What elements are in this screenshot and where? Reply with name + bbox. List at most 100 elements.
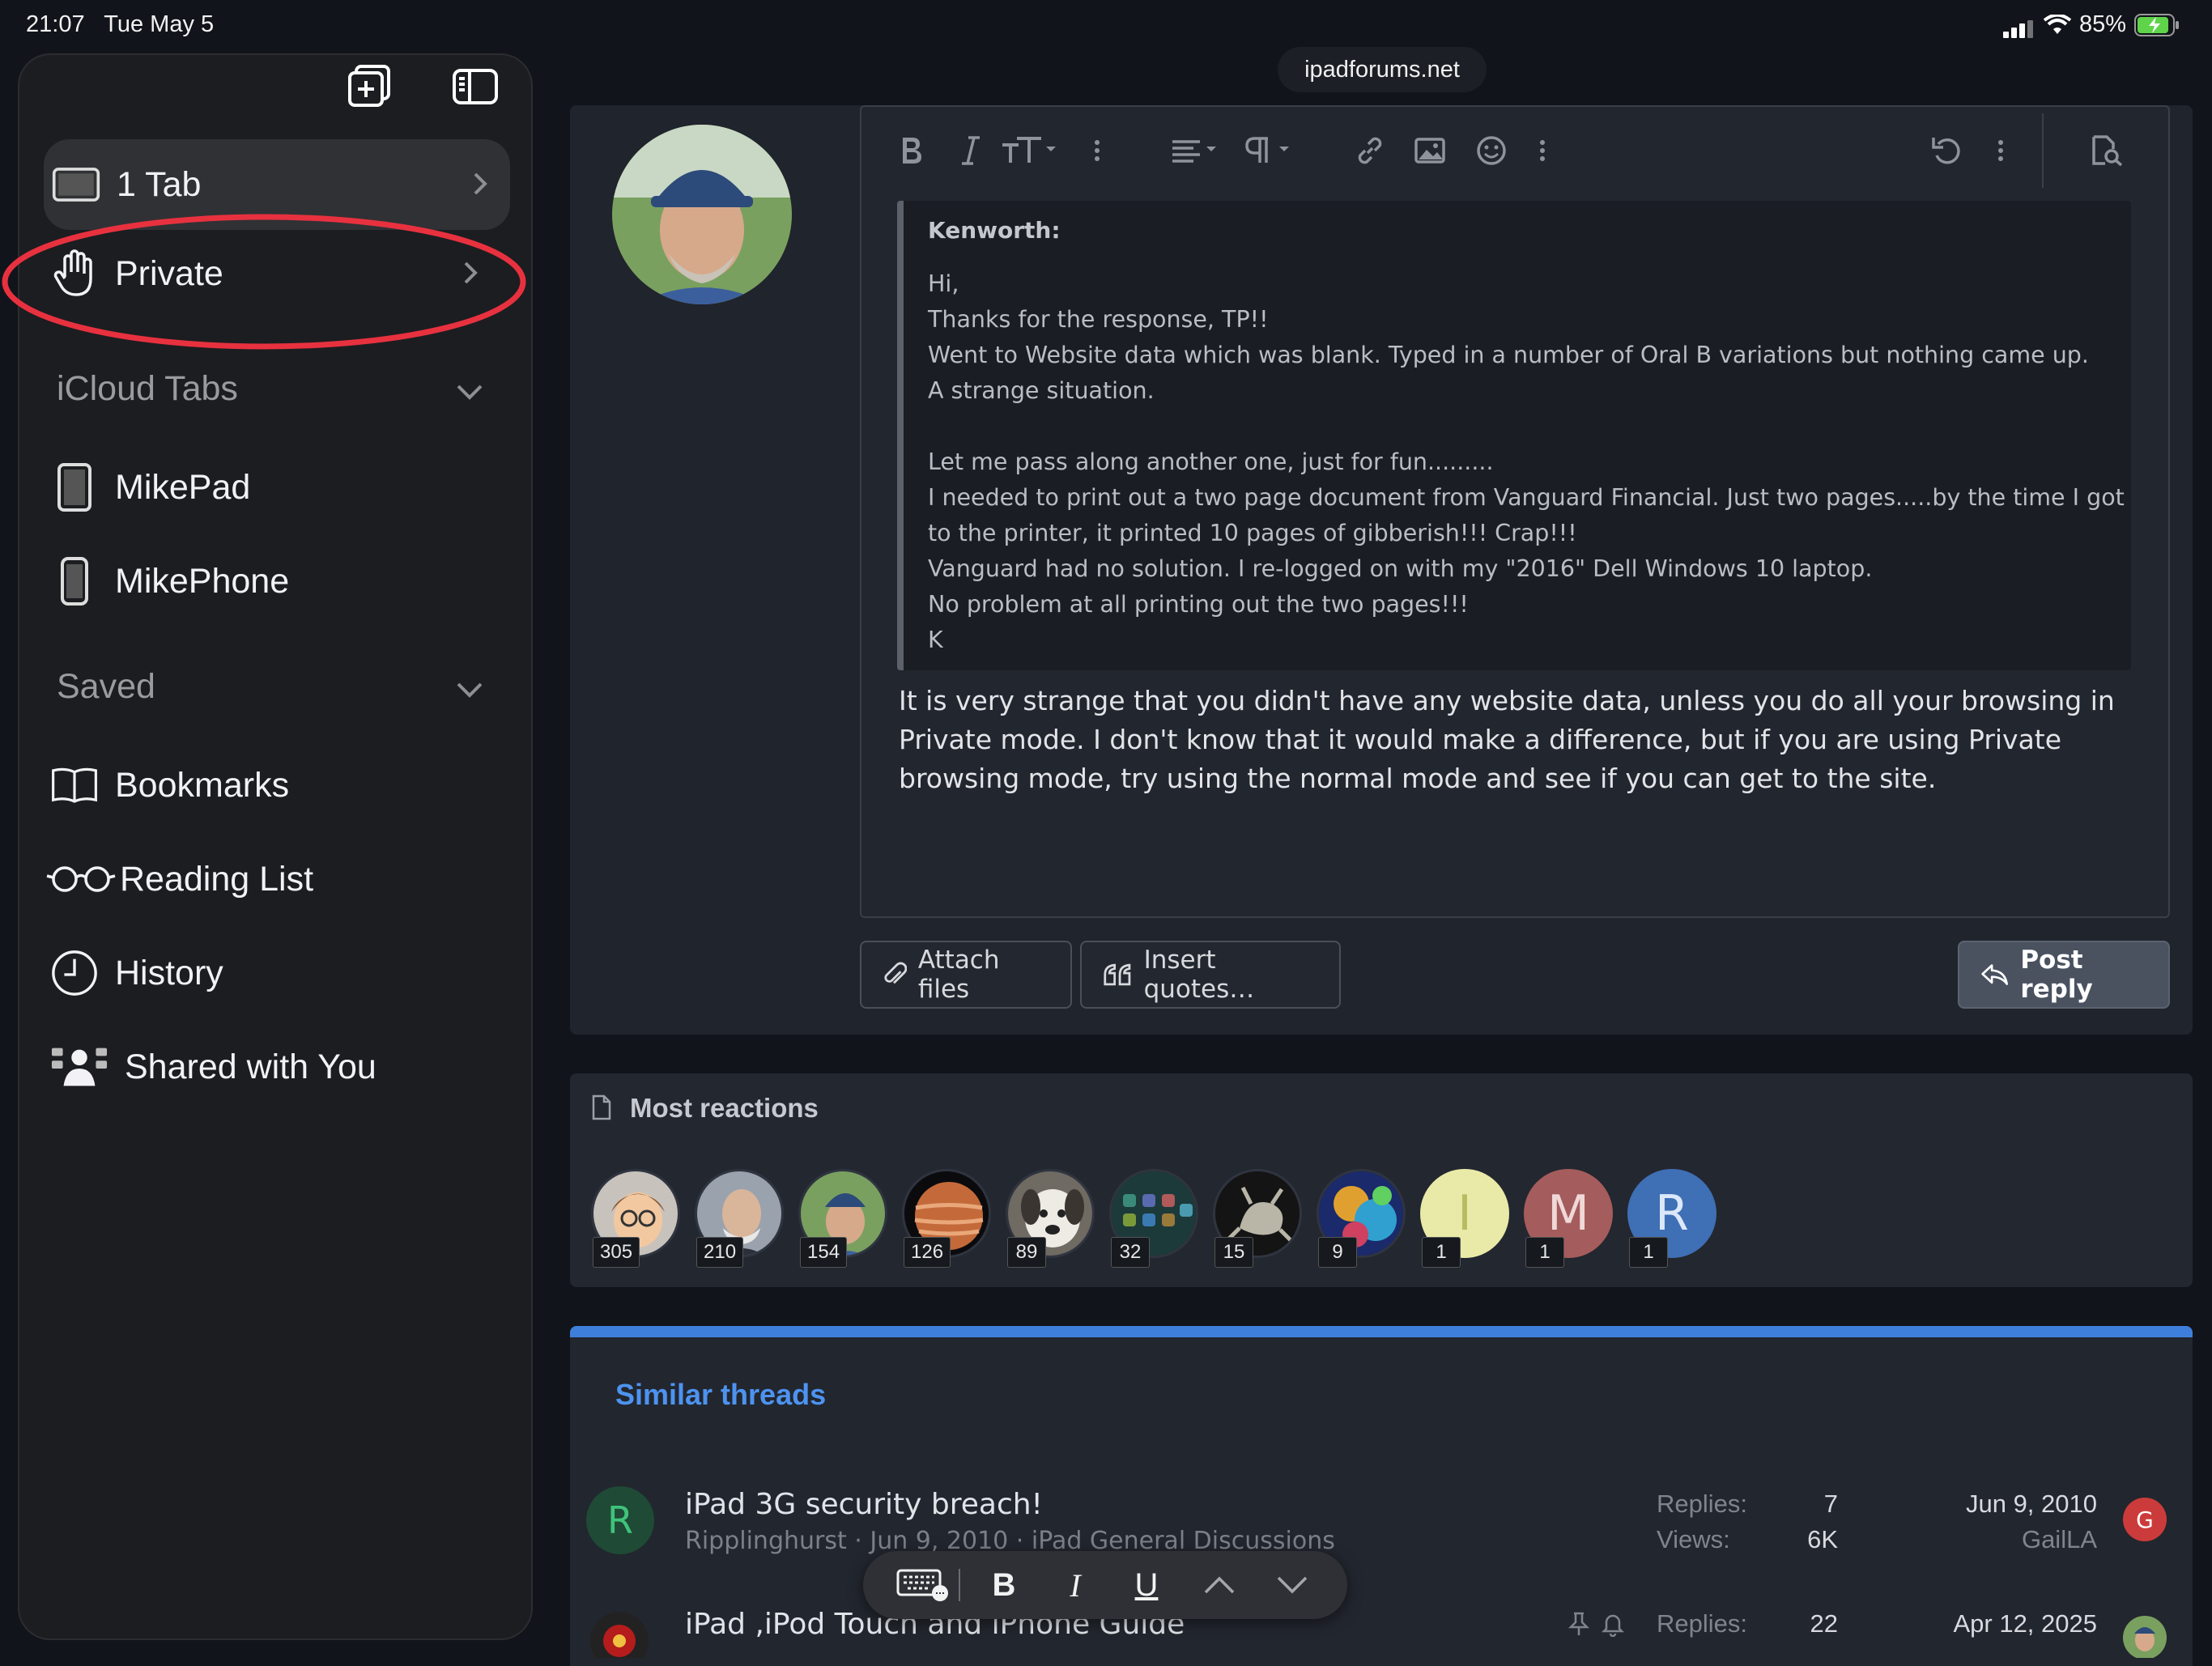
similar-threads-accent [570, 1326, 2193, 1337]
sidebar-device-mikepad[interactable]: MikePad [50, 455, 504, 520]
sidebar-toggle-icon[interactable] [452, 63, 499, 110]
replies-label: Replies: [1657, 1490, 1747, 1518]
undo-icon[interactable] [1930, 133, 1964, 168]
last-post-date[interactable]: Apr 12, 2025 [1903, 1609, 2097, 1638]
status-time: 21:07 Tue May 5 [26, 11, 214, 38]
keyboard-dismiss-icon[interactable] [894, 1564, 952, 1606]
replies-count: 7 [1823, 1490, 1838, 1518]
date: Tue May 5 [104, 11, 215, 37]
device-label: MikePad [115, 467, 251, 507]
quoted-post: Kenworth: Hi, Thanks for the response, T… [897, 201, 2131, 670]
tab-group-row: 1 Tab [52, 152, 505, 217]
bookmarks-label: Bookmarks [115, 765, 290, 805]
document-icon [592, 1094, 611, 1120]
underline-button[interactable]: U [1122, 1564, 1171, 1606]
chevron-down-icon[interactable] [1268, 1564, 1317, 1606]
chevron-down-icon[interactable] [455, 675, 484, 704]
bold-button[interactable]: B [980, 1564, 1028, 1606]
chevron-down-icon[interactable] [455, 377, 484, 406]
emoji-icon[interactable] [1475, 133, 1508, 168]
reaction-count: 32 [1111, 1237, 1150, 1268]
preview-icon[interactable] [2089, 133, 2125, 168]
reply-body-text[interactable]: It is very strange that you didn't have … [899, 682, 2146, 798]
last-poster-avatar[interactable] [2123, 1616, 2167, 1658]
views-count: 6K [1807, 1525, 1838, 1553]
quote-icon [1104, 963, 1131, 986]
italic-button[interactable]: I [1051, 1564, 1100, 1606]
history-label: History [115, 953, 223, 992]
reply-arrow-icon [1981, 964, 2009, 985]
clock: 21:07 [26, 11, 85, 37]
quote-line: I needed to print out a two page documen… [928, 484, 2125, 511]
wifi-icon [2043, 14, 2071, 34]
sidebar-item-history[interactable]: History [50, 941, 504, 1005]
thread-title-link[interactable]: iPad 3G security breach! [685, 1488, 1043, 1521]
quote-author: Kenworth: [928, 217, 1061, 244]
attach-files-button[interactable]: Attach files [860, 941, 1072, 1009]
bold-icon[interactable] [899, 133, 923, 168]
book-icon [50, 761, 99, 810]
link-icon[interactable] [1354, 133, 1386, 168]
reaction-count: 1 [1525, 1237, 1564, 1268]
address-bar[interactable]: ipadforums.net [1278, 47, 1487, 92]
quote-line: Thanks for the response, TP!! [928, 306, 1269, 333]
insert-quotes-button[interactable]: Insert quotes… [1080, 941, 1341, 1009]
user-avatar[interactable] [612, 125, 792, 304]
pin-icon [1568, 1612, 1590, 1635]
post-reply-label: Post reply [2020, 946, 2093, 1004]
similar-threads-title[interactable]: Similar threads [615, 1378, 826, 1412]
clock-icon [50, 949, 99, 997]
saved-header[interactable]: Saved [57, 667, 155, 707]
toolbar-divider [2042, 113, 2044, 188]
last-poster-avatar[interactable]: G [2123, 1498, 2167, 1541]
quote-line: Hi, [928, 270, 959, 297]
replies-count: 22 [1810, 1609, 1838, 1638]
device-label: MikePhone [115, 561, 290, 601]
sidebar-device-mikephone[interactable]: MikePhone [50, 549, 504, 614]
battery-percent: 85% [2078, 11, 2126, 37]
battery-charging-icon [2134, 13, 2179, 36]
post-reply-button[interactable]: Post reply [1958, 941, 2170, 1009]
sidebar-item-bookmarks[interactable]: Bookmarks [50, 753, 504, 818]
italic-icon[interactable] [960, 133, 981, 168]
reaction-count: 9 [1318, 1237, 1357, 1268]
last-post-user[interactable]: GailLA [1903, 1525, 2097, 1554]
tablet-landscape-icon [52, 160, 100, 209]
attach-files-label: Attach files [917, 946, 1000, 1004]
quote-line: to the printer, it printed 10 pages of g… [928, 520, 1577, 546]
thread-author-avatar[interactable]: R [586, 1486, 654, 1554]
new-tab-group-icon[interactable] [347, 63, 393, 110]
more-vertical-icon[interactable] [1538, 133, 1546, 168]
quote-line: K [928, 627, 943, 653]
chevron-up-icon[interactable] [1195, 1564, 1244, 1606]
image-icon[interactable] [1414, 133, 1446, 168]
quote-line: A strange situation. [928, 377, 1155, 404]
glasses-icon [45, 855, 117, 903]
quote-line: Went to Website data which was blank. Ty… [928, 342, 2089, 368]
paragraph-icon[interactable] [1244, 133, 1295, 168]
paperclip-icon [884, 962, 907, 984]
views-label: Views: [1657, 1525, 1730, 1553]
reaction-count: 154 [800, 1237, 848, 1268]
reaction-count: 1 [1629, 1237, 1668, 1268]
more-vertical-icon[interactable] [1997, 133, 2005, 168]
iphone-icon [50, 557, 99, 606]
chevron-right-icon [474, 172, 487, 195]
last-post-date[interactable]: Jun 9, 2010 [1903, 1490, 2097, 1519]
sidebar-item-shared-with-you[interactable]: Shared with You [50, 1035, 504, 1099]
status-indicators: 85% [2002, 11, 2180, 38]
reaction-count: 89 [1007, 1237, 1046, 1268]
red-highlight-ellipse [2, 214, 526, 350]
tab-group-label: 1 Tab [117, 164, 202, 204]
text-size-icon[interactable] [1001, 133, 1059, 168]
align-icon[interactable] [1171, 133, 1223, 168]
icloud-tabs-header[interactable]: iCloud Tabs [57, 369, 238, 409]
quote-line: Vanguard had no solution. I re-logged on… [928, 555, 1873, 582]
more-vertical-icon[interactable] [1093, 133, 1101, 168]
thread-author-avatar[interactable] [588, 1609, 651, 1658]
safari-sidebar: 1 Tab Private iCloud Tabs MikePad MikePh… [2, 53, 533, 1640]
reaction-count: 305 [593, 1237, 640, 1268]
sidebar-item-reading-list[interactable]: Reading List [45, 847, 499, 912]
quote-line: Let me pass along another one, just for … [928, 448, 1494, 475]
shared-with-you-label: Shared with You [125, 1047, 376, 1086]
